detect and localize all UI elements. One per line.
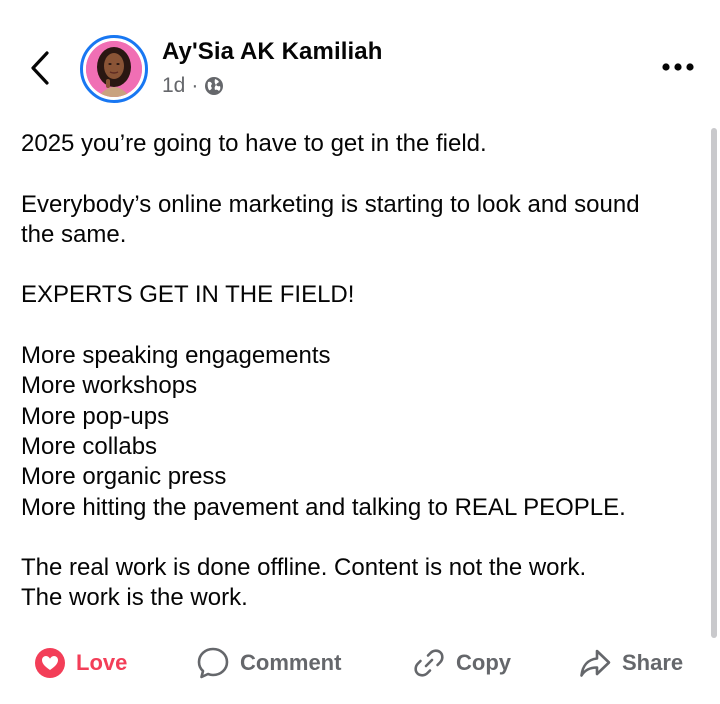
more-dots-icon <box>661 59 695 77</box>
more-options-button[interactable] <box>656 52 700 84</box>
comment-bubble-icon <box>196 646 230 680</box>
post-header: Ay'Sia AK Kamiliah 1d · <box>0 0 720 120</box>
love-button[interactable]: Love <box>34 636 127 690</box>
list-item: More workshops <box>21 372 198 400</box>
list-item: More speaking engagements <box>21 342 331 370</box>
post-line: EXPERTS GET IN THE FIELD! <box>21 281 355 309</box>
comment-button[interactable]: Comment <box>196 636 341 690</box>
scrollbar[interactable] <box>711 128 717 638</box>
post-time[interactable]: 1d <box>162 74 185 98</box>
love-reaction-icon <box>34 647 66 679</box>
action-bar: Love Comment Copy Share <box>0 636 720 690</box>
love-label: Love <box>76 650 128 675</box>
meta-separator: · <box>191 74 199 97</box>
post-line: The real work is done offline. Content i… <box>21 554 587 582</box>
globe-icon[interactable] <box>204 76 224 96</box>
comment-label: Comment <box>240 650 342 675</box>
copy-label: Copy <box>456 650 511 675</box>
post-meta: 1d · <box>162 72 224 100</box>
author-name[interactable]: Ay'Sia AK Kamiliah <box>162 38 382 66</box>
share-button[interactable]: Share <box>578 636 683 690</box>
post-line: Everybody’s online marketing is starting… <box>21 190 640 218</box>
back-button[interactable] <box>22 48 58 92</box>
post-line: 2025 you’re going to have to get in the … <box>21 130 487 157</box>
list-item: More collabs <box>21 432 158 460</box>
list-item: More pop-ups <box>21 402 170 430</box>
avatar[interactable] <box>80 35 148 103</box>
copy-link-button[interactable]: Copy <box>412 636 511 690</box>
post-line: The work is the work. <box>21 584 248 612</box>
list-item: More hitting the pavement and talking to… <box>21 493 626 521</box>
post-body: 2025 you’re going to have to get in the … <box>21 129 701 614</box>
chevron-left-icon <box>29 50 51 91</box>
avatar-image <box>86 41 142 97</box>
link-icon <box>412 646 446 680</box>
list-item: More organic press <box>21 463 227 491</box>
post-line: the same. <box>21 220 127 248</box>
share-label: Share <box>622 650 684 675</box>
share-arrow-icon <box>578 646 612 680</box>
